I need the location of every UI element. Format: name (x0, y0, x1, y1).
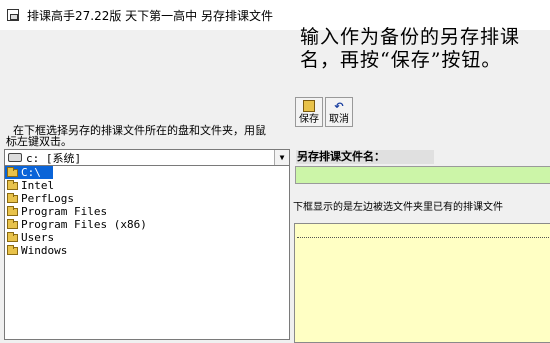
undo-icon: ↶ (334, 100, 344, 113)
open-folder-icon (7, 166, 18, 177)
tree-item[interactable]: Windows (5, 244, 289, 257)
drive-icon (8, 153, 22, 162)
tree-item-label: Windows (21, 244, 68, 257)
save-button-label: 保存 (299, 114, 319, 125)
drive-select[interactable]: c: [系统] ▼ (4, 149, 290, 166)
folder-icon (7, 244, 18, 255)
folder-tree[interactable]: C:\ Intel PerfLogs Program Files Program… (4, 166, 290, 340)
folder-icon (7, 205, 18, 216)
folder-help-text: 在下框选择另存的排课文件所在的盘和文件夹，用鼠 标左键双击。 (6, 124, 266, 148)
instruction-text: 输入作为备份的另存排课 名，再按“保存”按钮。 (300, 26, 521, 71)
folder-icon (7, 218, 18, 229)
tree-item[interactable]: Program Files (5, 205, 289, 218)
filename-label: 另存排课文件名： (296, 150, 434, 164)
tree-item-label: Users (21, 231, 55, 244)
tree-item[interactable]: Program Files (x86) (5, 218, 289, 231)
tree-item[interactable]: PerfLogs (5, 192, 289, 205)
drive-value: c: [系统] (26, 151, 82, 165)
folder-icon (7, 179, 18, 190)
save-button[interactable]: 保存 (295, 97, 323, 127)
tree-item-label: Program Files (x86) (21, 218, 147, 231)
filename-input[interactable] (295, 166, 550, 184)
folder-icon (7, 231, 18, 242)
cancel-button-label: 取消 (329, 114, 349, 125)
tree-item[interactable]: Intel (5, 179, 289, 192)
tree-item-label: PerfLogs (21, 192, 74, 205)
tree-item-label: Intel (21, 179, 55, 192)
app-icon (7, 9, 19, 21)
existing-files-label: 下框显示的是左边被选文件夹里已有的排课文件 (293, 202, 503, 213)
chevron-down-icon[interactable]: ▼ (274, 150, 289, 165)
save-icon (296, 100, 322, 114)
window-title: 排课高手27.22版 天下第一高中 另存排课文件 (27, 8, 273, 23)
tree-item[interactable]: Users (5, 231, 289, 244)
tree-item-root[interactable]: C:\ (5, 166, 53, 179)
cancel-button[interactable]: ↶ 取消 (325, 97, 353, 127)
existing-files-list[interactable] (294, 223, 550, 343)
folder-icon (7, 192, 18, 203)
tree-item-label: C:\ (21, 166, 41, 179)
tree-item-label: Program Files (21, 205, 108, 218)
